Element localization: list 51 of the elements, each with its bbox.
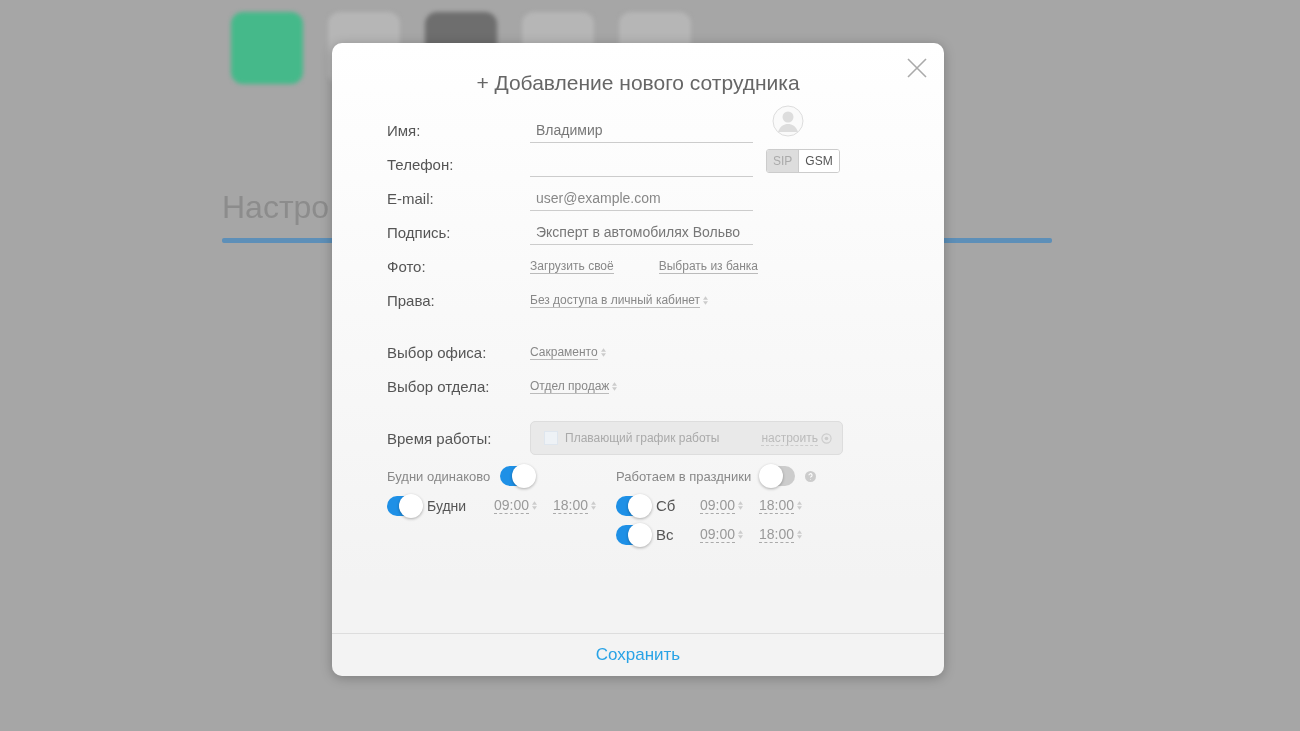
day-label: Вс: [656, 526, 675, 543]
field-label: Подпись:: [387, 223, 452, 241]
toggle-switch[interactable]: [500, 466, 535, 486]
time-select[interactable]: 09:00: [494, 497, 530, 514]
avatar-icon[interactable]: [772, 105, 804, 137]
dropdown-select[interactable]: Сакраменто: [530, 344, 598, 360]
toggle-switch[interactable]: [616, 524, 650, 545]
toggle-label: Работаем в праздники: [616, 468, 752, 484]
input-field[interactable]: user@example.com: [530, 185, 753, 211]
field-label: E-mail:: [387, 189, 435, 207]
sort-icon: [532, 501, 538, 510]
dialog-title: + Добавление нового сотрудника: [475, 71, 801, 95]
time-select[interactable]: 09:00: [700, 526, 736, 543]
photo-link[interactable]: Загрузить своё: [530, 258, 614, 274]
toggle-switch[interactable]: [387, 495, 421, 516]
field-label: Фото:: [387, 257, 427, 275]
sort-icon: [797, 501, 803, 510]
field-label: Имя:: [387, 121, 422, 139]
photo-link[interactable]: Выбрать из банка: [658, 258, 758, 274]
field-label: Время работы:: [387, 429, 493, 447]
sort-icon: [738, 501, 744, 510]
dropdown-select[interactable]: Отдел продаж: [530, 378, 610, 394]
dropdown-select[interactable]: Без доступа в личный кабинет: [530, 292, 701, 308]
checkbox-label: Плавающий график работы: [565, 431, 720, 445]
field-label: Выбор офиса:: [387, 343, 488, 361]
time-select[interactable]: 18:00: [759, 526, 795, 543]
time-select[interactable]: 18:00: [759, 497, 795, 514]
day-label: Будни: [427, 497, 468, 514]
field-label: Телефон:: [387, 155, 455, 173]
toggle-switch[interactable]: [761, 466, 796, 486]
help-icon[interactable]: [805, 470, 817, 482]
close-icon[interactable]: [907, 58, 927, 78]
toggle-label: Будни одинаково: [387, 468, 491, 484]
app-tile: [231, 12, 303, 84]
gear-icon: [821, 432, 832, 444]
field-label: Права:: [387, 291, 436, 309]
time-select[interactable]: 18:00: [553, 497, 589, 514]
time-select[interactable]: 09:00: [700, 497, 736, 514]
input-field[interactable]: Владимир: [530, 117, 753, 143]
phone-type-button[interactable]: GSM: [798, 150, 839, 172]
toggle-switch[interactable]: [616, 495, 650, 516]
save-button[interactable]: Сохранить: [585, 641, 691, 669]
sort-icon: [738, 530, 744, 539]
sort-icon: [703, 295, 709, 305]
sort-icon: [591, 501, 597, 510]
input-field[interactable]: Эксперт в автомобилях Вольво: [530, 219, 753, 245]
field-label: Выбор отдела:: [387, 377, 491, 395]
sort-icon: [600, 347, 606, 357]
day-label: Сб: [656, 497, 677, 514]
sort-icon: [612, 381, 618, 391]
sort-icon: [797, 530, 803, 539]
